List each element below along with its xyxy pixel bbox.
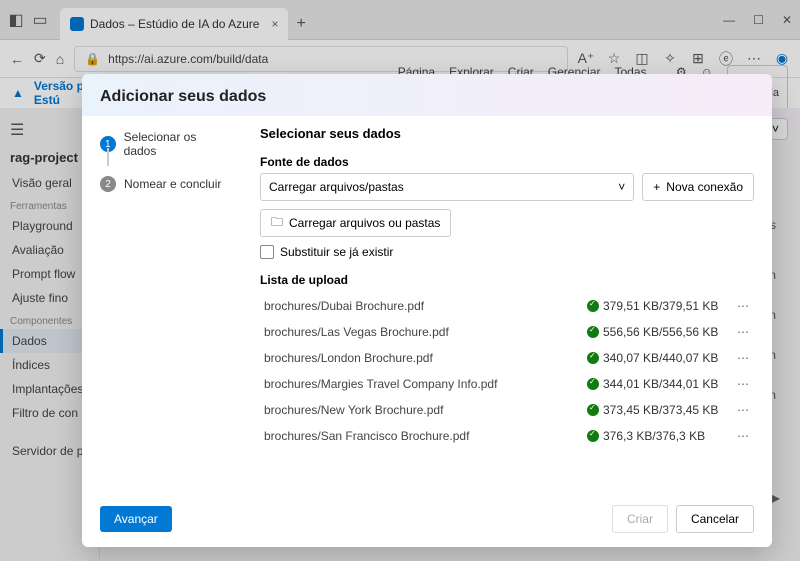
file-name: brochures/London Brochure.pdf	[264, 351, 587, 365]
new-connection-button[interactable]: + Nova conexão	[642, 173, 754, 201]
upload-row: brochures/Dubai Brochure.pdf 379,51 KB/3…	[260, 293, 754, 319]
check-icon	[587, 378, 599, 390]
file-name: brochures/Margies Travel Company Info.pd…	[264, 377, 587, 391]
checkbox-icon[interactable]	[260, 245, 274, 259]
cancel-button[interactable]: Cancelar	[676, 505, 754, 533]
upload-row: brochures/Las Vegas Brochure.pdf 556,56 …	[260, 319, 754, 345]
modal-header: Adicionar seus dados	[82, 74, 772, 116]
replace-checkbox-row[interactable]: Substituir se já existir	[260, 245, 754, 259]
upload-list: brochures/Dubai Brochure.pdf 379,51 KB/3…	[260, 293, 754, 485]
step1-label: Selecionar os dados	[124, 130, 230, 158]
file-status: 376,3 KB/376,3 KB	[603, 429, 705, 443]
wizard-steps: 1 Selecionar os dados 2 Nomear e conclui…	[100, 126, 230, 485]
step-name-finish[interactable]: 2 Nomear e concluir	[100, 176, 230, 192]
source-label: Fonte de dados	[260, 155, 754, 169]
data-source-select[interactable]: Carregar arquivos/pastas ˅	[260, 173, 634, 201]
file-name: brochures/Dubai Brochure.pdf	[264, 299, 587, 313]
row-more-icon[interactable]: ⋯	[737, 351, 750, 365]
upload-list-title: Lista de upload	[260, 273, 754, 287]
modal-footer: Avançar Criar Cancelar	[82, 495, 772, 547]
add-data-modal: Adicionar seus dados 1 Selecionar os dad…	[82, 74, 772, 547]
plus-icon: +	[653, 180, 660, 194]
next-button[interactable]: Avançar	[100, 506, 172, 532]
file-status: 379,51 KB/379,51 KB	[603, 299, 718, 313]
file-status: 373,45 KB/373,45 KB	[603, 403, 718, 417]
check-icon	[587, 430, 599, 442]
check-icon	[587, 352, 599, 364]
row-more-icon[interactable]: ⋯	[737, 377, 750, 391]
upload-row: brochures/Margies Travel Company Info.pd…	[260, 371, 754, 397]
file-name: brochures/New York Brochure.pdf	[264, 403, 587, 417]
upload-row: brochures/London Brochure.pdf 340,07 KB/…	[260, 345, 754, 371]
file-status: 556,56 KB/556,56 KB	[603, 325, 718, 339]
check-icon	[587, 404, 599, 416]
step2-number-icon: 2	[100, 176, 116, 192]
modal-title: Adicionar seus dados	[100, 88, 754, 106]
form-section-title: Selecionar seus dados	[260, 126, 754, 141]
folder-icon: 🗀	[271, 213, 283, 234]
file-name: brochures/Las Vegas Brochure.pdf	[264, 325, 587, 339]
create-button: Criar	[612, 505, 668, 533]
chevron-down-icon: ˅	[618, 180, 625, 194]
file-status: 344,01 KB/344,01 KB	[603, 377, 718, 391]
select-value: Carregar arquivos/pastas	[269, 180, 404, 194]
step2-label: Nomear e concluir	[124, 177, 221, 191]
step-select-data[interactable]: 1 Selecionar os dados	[100, 130, 230, 158]
file-status: 340,07 KB/440,07 KB	[603, 351, 718, 365]
row-more-icon[interactable]: ⋯	[737, 429, 750, 443]
file-name: brochures/San Francisco Brochure.pdf	[264, 429, 587, 443]
row-more-icon[interactable]: ⋯	[737, 299, 750, 313]
replace-label: Substituir se já existir	[280, 245, 393, 259]
row-more-icon[interactable]: ⋯	[737, 403, 750, 417]
row-more-icon[interactable]: ⋯	[737, 325, 750, 339]
upload-row: brochures/San Francisco Brochure.pdf 376…	[260, 423, 754, 449]
upload-row: brochures/New York Brochure.pdf 373,45 K…	[260, 397, 754, 423]
check-icon	[587, 326, 599, 338]
upload-files-button[interactable]: 🗀 Carregar arquivos ou pastas	[260, 209, 451, 237]
check-icon	[587, 300, 599, 312]
